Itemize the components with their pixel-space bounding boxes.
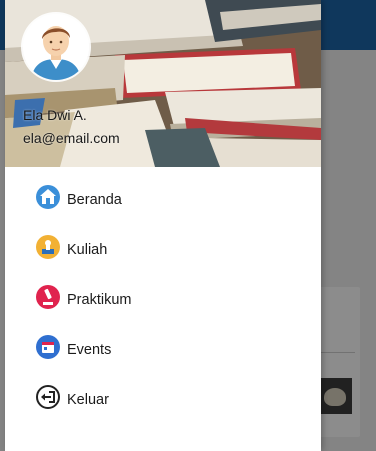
home-icon [35,184,61,210]
menu-item-kuliah[interactable]: Kuliah [35,229,305,265]
kuliah-icon [35,234,61,260]
menu-item-praktikum[interactable]: Praktikum [35,279,305,315]
drawer-header: Ela Dwi A. ela@email.com [5,0,321,167]
menu-item-beranda[interactable]: Beranda [35,179,305,215]
events-icon [35,334,61,360]
menu-item-keluar[interactable]: Keluar [35,379,305,415]
avatar[interactable] [23,14,89,80]
menu-item-label: Beranda [67,192,122,208]
user-avatar-icon [23,14,89,80]
praktikum-icon [35,284,61,310]
user-email: ela@email.com [23,130,120,146]
menu-item-label: Praktikum [67,292,132,308]
navigation-drawer: Ela Dwi A. ela@email.com Beranda Kuliah … [5,0,321,451]
menu-item-label: Kuliah [67,242,108,258]
logout-icon [35,384,61,410]
menu-item-label: Keluar [67,392,109,408]
menu-item-label: Events [67,342,112,358]
menu-item-events[interactable]: Events [35,329,305,365]
user-name: Ela Dwi A. [23,107,87,123]
